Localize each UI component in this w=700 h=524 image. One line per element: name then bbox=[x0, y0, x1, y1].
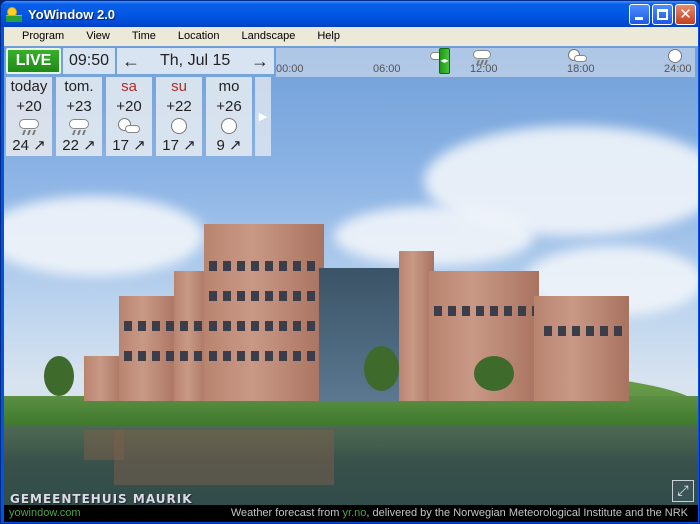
menu-bar: Program View Time Location Landscape Hel… bbox=[4, 27, 698, 46]
live-button[interactable]: LIVE bbox=[6, 48, 61, 74]
forecast-credit: Weather forecast from yr.no, delivered b… bbox=[231, 505, 688, 522]
previous-day-arrow-icon[interactable]: ← bbox=[119, 48, 143, 74]
window-controls: ✕ bbox=[629, 4, 696, 25]
more-days-arrow-icon[interactable]: ▶ bbox=[255, 77, 271, 156]
forecast-wind: 17 ↗ bbox=[162, 137, 196, 154]
status-bar: yowindow.com Weather forecast from yr.no… bbox=[4, 505, 698, 522]
yowindow-app-icon bbox=[6, 6, 22, 22]
maximize-button[interactable] bbox=[652, 4, 673, 25]
forecast-temperature: +20 bbox=[16, 98, 42, 115]
drag-arrows-icon: ◂▸ bbox=[440, 56, 449, 65]
tree bbox=[364, 346, 399, 391]
forecast-day-today[interactable]: today +20 24 ↗ bbox=[6, 77, 52, 156]
forecast-day-label: su bbox=[171, 78, 187, 95]
minimize-button[interactable] bbox=[629, 4, 650, 25]
current-time[interactable]: 09:50 bbox=[63, 48, 115, 74]
current-date: Th, Jul 15 bbox=[160, 52, 231, 69]
forecast-wind: 9 ↗ bbox=[216, 137, 242, 154]
rain-cloud-icon bbox=[471, 48, 493, 65]
credit-prefix: Weather forecast from bbox=[230, 507, 343, 519]
time-slider-handle[interactable]: ◂▸ bbox=[439, 48, 450, 74]
tick-label: 18:00 bbox=[567, 63, 595, 75]
app-window: YoWindow 2.0 ✕ Program View Time Locatio… bbox=[0, 0, 700, 524]
close-icon: ✕ bbox=[679, 5, 692, 23]
forecast-temperature: +23 bbox=[66, 98, 92, 115]
forecast-temperature: +20 bbox=[116, 98, 142, 115]
forecast-day-label: today bbox=[10, 78, 48, 95]
credit-suffix: , delivered by the Norwegian Meteorologi… bbox=[366, 507, 688, 519]
time-slider-track[interactable]: 00:00 06:00 12:00 18:00 24:00 ◂▸ bbox=[276, 48, 695, 77]
forecast-day-tomorrow[interactable]: tom. +23 22 ↗ bbox=[56, 77, 102, 156]
location-name[interactable]: GEMEENTEHUIS MAURIK bbox=[10, 492, 193, 506]
fullscreen-icon[interactable]: ⤢ bbox=[672, 480, 694, 502]
minimize-icon bbox=[635, 17, 643, 20]
window-title: YoWindow 2.0 bbox=[28, 6, 116, 22]
close-button[interactable]: ✕ bbox=[675, 4, 696, 25]
building-main bbox=[204, 224, 324, 401]
forecast-day-monday[interactable]: mo +26 9 ↗ bbox=[206, 77, 252, 156]
yr-no-link[interactable]: yr.no bbox=[343, 507, 367, 519]
forecast-wind: 24 ↗ bbox=[12, 137, 46, 154]
menu-landscape[interactable]: Landscape bbox=[233, 27, 303, 46]
forecast-day-label: sa bbox=[121, 78, 137, 95]
partly-cloudy-icon bbox=[117, 117, 141, 137]
title-bar[interactable]: YoWindow 2.0 ✕ bbox=[1, 1, 699, 27]
building-wing bbox=[119, 296, 179, 401]
menu-view[interactable]: View bbox=[78, 27, 118, 46]
date-navigator: ← Th, Jul 15 → bbox=[117, 48, 274, 74]
forecast-temperature: +26 bbox=[216, 98, 242, 115]
forecast-wind: 17 ↗ bbox=[112, 137, 146, 154]
forecast-day-label: mo bbox=[218, 78, 240, 95]
tree bbox=[44, 356, 74, 396]
rain-cloud-icon bbox=[17, 117, 41, 137]
forecast-temperature: +22 bbox=[166, 98, 192, 115]
menu-program[interactable]: Program bbox=[4, 27, 72, 46]
tick-label: 24:00 bbox=[664, 63, 692, 75]
yowindow-site-link[interactable]: yowindow.com bbox=[9, 505, 81, 522]
cloud-shape bbox=[334, 206, 534, 266]
building-wing bbox=[84, 356, 124, 401]
sun-icon bbox=[167, 117, 191, 137]
forecast-day-saturday[interactable]: sa +20 17 ↗ bbox=[106, 77, 152, 156]
sun-icon bbox=[665, 48, 687, 64]
forecast-day-sunday[interactable]: su +22 17 ↗ bbox=[156, 77, 202, 156]
next-day-arrow-icon[interactable]: → bbox=[248, 48, 272, 74]
forecast-day-label: tom. bbox=[64, 78, 94, 95]
tick-label: 06:00 bbox=[373, 63, 401, 75]
forecast-wind: 22 ↗ bbox=[62, 137, 96, 154]
partly-cloudy-icon bbox=[566, 48, 588, 64]
menu-help[interactable]: Help bbox=[309, 27, 348, 46]
tick-label: 00:00 bbox=[276, 63, 304, 75]
maximize-icon bbox=[657, 9, 668, 20]
cloud-shape bbox=[4, 196, 204, 276]
tree bbox=[474, 356, 514, 391]
building-wing bbox=[534, 296, 629, 401]
rain-cloud-icon bbox=[67, 117, 91, 137]
menu-time[interactable]: Time bbox=[124, 27, 164, 46]
menu-location[interactable]: Location bbox=[170, 27, 228, 46]
sun-icon bbox=[217, 117, 241, 137]
